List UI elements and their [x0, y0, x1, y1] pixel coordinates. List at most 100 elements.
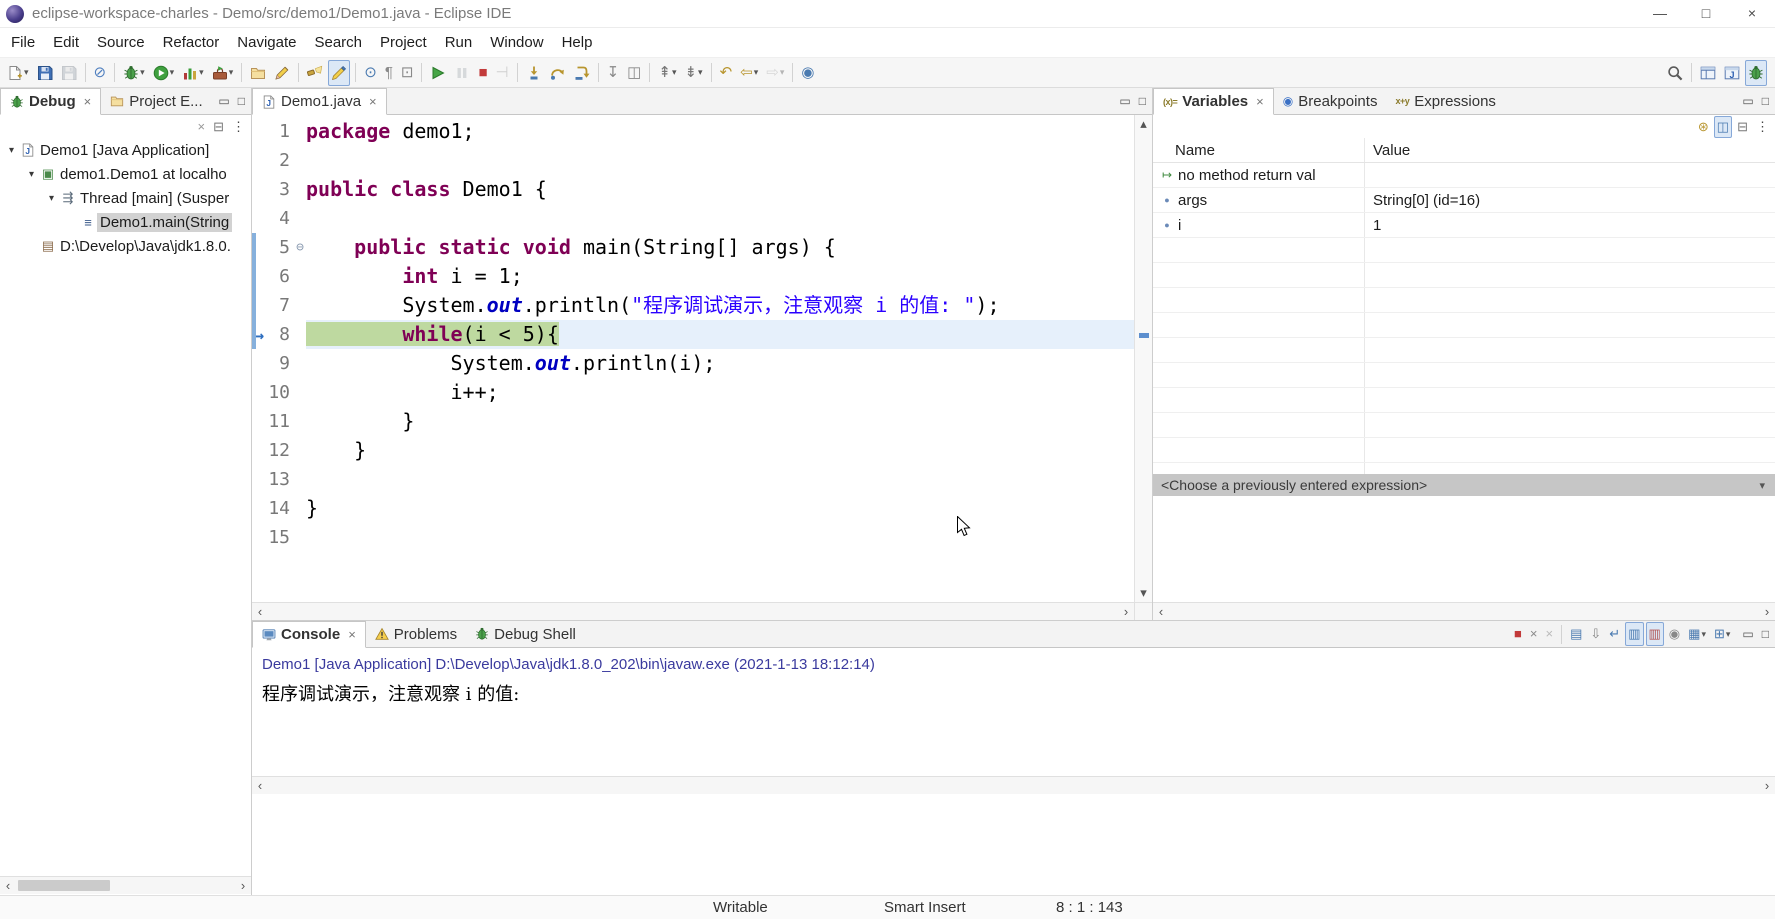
- debug-perspective-icon[interactable]: [1745, 60, 1767, 86]
- menu-project[interactable]: Project: [371, 28, 436, 58]
- step-into-icon[interactable]: [523, 60, 545, 86]
- expand-arrow-icon[interactable]: ▾: [4, 145, 19, 156]
- code-line-14[interactable]: 14}: [252, 494, 1134, 523]
- expression-entry-bar[interactable]: <Choose a previously entered expression>…: [1153, 474, 1775, 496]
- minimize-view-icon[interactable]: ▭: [218, 94, 229, 108]
- line-number[interactable]: 15: [266, 523, 294, 552]
- scroll-down-icon[interactable]: ▾: [1135, 585, 1152, 601]
- line-number[interactable]: 9: [266, 349, 294, 378]
- search-icon[interactable]: [304, 60, 326, 86]
- minimize-view-icon[interactable]: ▭: [1742, 627, 1753, 641]
- expression-dropdown-icon[interactable]: ▾: [1759, 479, 1775, 492]
- word-wrap-icon[interactable]: ↵: [1606, 622, 1623, 646]
- open-console-icon[interactable]: ⊞▾: [1711, 622, 1733, 646]
- debug-tree-item-thread-main-susper[interactable]: ▾⇶Thread [main] (Susper: [0, 186, 251, 210]
- collapse-all-icon[interactable]: ⊟: [1734, 116, 1751, 138]
- debug-tree-item-demo1-java-application[interactable]: ▾Demo1 [Java Application]: [0, 138, 251, 162]
- open-perspective-icon[interactable]: [1697, 60, 1719, 86]
- code-line-15[interactable]: 15: [252, 523, 1134, 552]
- close-tab-icon[interactable]: ×: [1256, 94, 1264, 109]
- variable-row-no-method-return-val[interactable]: ↦no method return val: [1153, 163, 1775, 188]
- run-menu-icon[interactable]: ▾: [170, 67, 175, 78]
- show-whitespace-icon[interactable]: ¶: [382, 60, 396, 86]
- use-step-filters-icon[interactable]: ◫: [624, 60, 644, 86]
- scrollbar-thumb[interactable]: [18, 880, 110, 891]
- previous-annotation-icon[interactable]: ⇞▾: [655, 60, 679, 86]
- show-logical-structures-icon[interactable]: ⊛: [1695, 116, 1712, 138]
- new-java-project-icon[interactable]: [247, 60, 269, 86]
- code-line-1[interactable]: 1package demo1;: [252, 117, 1134, 146]
- code-line-10[interactable]: 10 i++;: [252, 378, 1134, 407]
- scroll-left-icon[interactable]: ‹: [252, 778, 268, 793]
- open-console-menu-icon[interactable]: ▾: [1726, 629, 1731, 640]
- remove-launch-icon[interactable]: ×: [1527, 622, 1541, 646]
- forward-menu-icon[interactable]: ▾: [780, 67, 785, 78]
- collapse-all-icon[interactable]: ⊟: [210, 116, 227, 138]
- maximize-view-icon[interactable]: □: [1139, 94, 1146, 108]
- debug-icon[interactable]: ▾: [120, 60, 148, 86]
- last-edit-location-icon[interactable]: ↶: [717, 60, 736, 86]
- view-menu-icon[interactable]: ⋮: [229, 116, 248, 138]
- line-number[interactable]: 4: [266, 204, 294, 233]
- variable-row-i[interactable]: ●i1: [1153, 213, 1775, 238]
- step-over-icon[interactable]: [547, 60, 569, 86]
- forward-icon[interactable]: ⇨▾: [763, 60, 787, 86]
- code-line-13[interactable]: 13: [252, 465, 1134, 494]
- close-tab-icon[interactable]: ×: [348, 627, 356, 642]
- menu-window[interactable]: Window: [481, 28, 552, 58]
- tab-debug[interactable]: Debug×: [0, 88, 101, 115]
- external-tools-menu-icon[interactable]: ▾: [229, 67, 234, 78]
- maximize-view-icon[interactable]: □: [1762, 627, 1769, 641]
- view-menu-icon[interactable]: ⋮: [1753, 116, 1772, 138]
- tab-expressions[interactable]: x+yExpressions: [1386, 88, 1504, 114]
- display-selected-console-icon[interactable]: ▦▾: [1685, 622, 1709, 646]
- show-console-on-stderr-icon[interactable]: ▥: [1646, 622, 1664, 646]
- scroll-left-icon[interactable]: ‹: [252, 604, 268, 619]
- minimize-view-icon[interactable]: ▭: [1119, 94, 1130, 108]
- line-number[interactable]: 1: [266, 117, 294, 146]
- external-tools-icon[interactable]: ▾: [209, 60, 237, 86]
- scroll-up-icon[interactable]: ▴: [1135, 116, 1152, 132]
- scroll-right-icon[interactable]: ›: [1118, 604, 1134, 619]
- clear-console-icon[interactable]: ▤: [1567, 622, 1585, 646]
- line-number[interactable]: 2: [266, 146, 294, 175]
- skip-all-breakpoints-icon[interactable]: ⊘: [91, 60, 110, 86]
- remove-all-terminated-icon[interactable]: ×: [195, 116, 209, 138]
- back-icon[interactable]: ⇦▾: [737, 60, 761, 86]
- quick-access-search-icon[interactable]: [1664, 60, 1686, 86]
- code-line-8[interactable]: →8 while(i < 5){: [252, 320, 1134, 349]
- coverage-menu-icon[interactable]: ▾: [199, 67, 204, 78]
- window-maximize-button[interactable]: □: [1683, 0, 1729, 27]
- coverage-icon[interactable]: ▾: [179, 60, 207, 86]
- resume-icon[interactable]: [427, 60, 449, 86]
- pin-console-icon[interactable]: ◉: [1666, 622, 1683, 646]
- menu-file[interactable]: File: [2, 28, 44, 58]
- drop-to-frame-icon[interactable]: ↧: [604, 60, 623, 86]
- step-return-icon[interactable]: [571, 60, 593, 86]
- editor-horizontal-scrollbar[interactable]: ‹ ›: [252, 602, 1134, 620]
- variables-horizontal-scrollbar[interactable]: ‹ ›: [1153, 602, 1775, 620]
- pin-editor-icon[interactable]: ◉: [798, 60, 817, 86]
- code-line-5[interactable]: 5⊖ public static void main(String[] args…: [252, 233, 1134, 262]
- window-minimize-button[interactable]: —: [1637, 0, 1683, 27]
- line-number[interactable]: 6: [266, 262, 294, 291]
- console-output-area[interactable]: Demo1 [Java Application] D:\Develop\Java…: [252, 648, 1775, 895]
- expand-arrow-icon[interactable]: ▾: [24, 169, 39, 180]
- maximize-view-icon[interactable]: □: [1762, 94, 1769, 108]
- display-selected-console-menu-icon[interactable]: ▾: [1701, 629, 1706, 640]
- scroll-right-icon[interactable]: ›: [1759, 604, 1775, 619]
- scroll-right-icon[interactable]: ›: [1759, 778, 1775, 793]
- variable-row-args[interactable]: ●argsString[0] (id=16): [1153, 188, 1775, 213]
- show-columns-icon[interactable]: ◫: [1714, 116, 1732, 138]
- line-number[interactable]: 3: [266, 175, 294, 204]
- terminate-console-icon[interactable]: ■: [1511, 622, 1525, 646]
- code-area[interactable]: 1package demo1;23public class Demo1 {45⊖…: [252, 117, 1134, 602]
- debug-tree-item-demo1-demo1-at-localho[interactable]: ▾▣demo1.Demo1 at localho: [0, 162, 251, 186]
- show-selected-element-icon[interactable]: ⊡: [398, 60, 417, 86]
- new-wizard-icon[interactable]: ▾: [4, 60, 32, 86]
- debug-menu-icon[interactable]: ▾: [140, 67, 145, 78]
- next-annotation-menu-icon[interactable]: ▾: [698, 67, 703, 78]
- suspend-icon[interactable]: [451, 60, 473, 86]
- menu-help[interactable]: Help: [553, 28, 602, 58]
- tab-console[interactable]: Console×: [252, 621, 366, 648]
